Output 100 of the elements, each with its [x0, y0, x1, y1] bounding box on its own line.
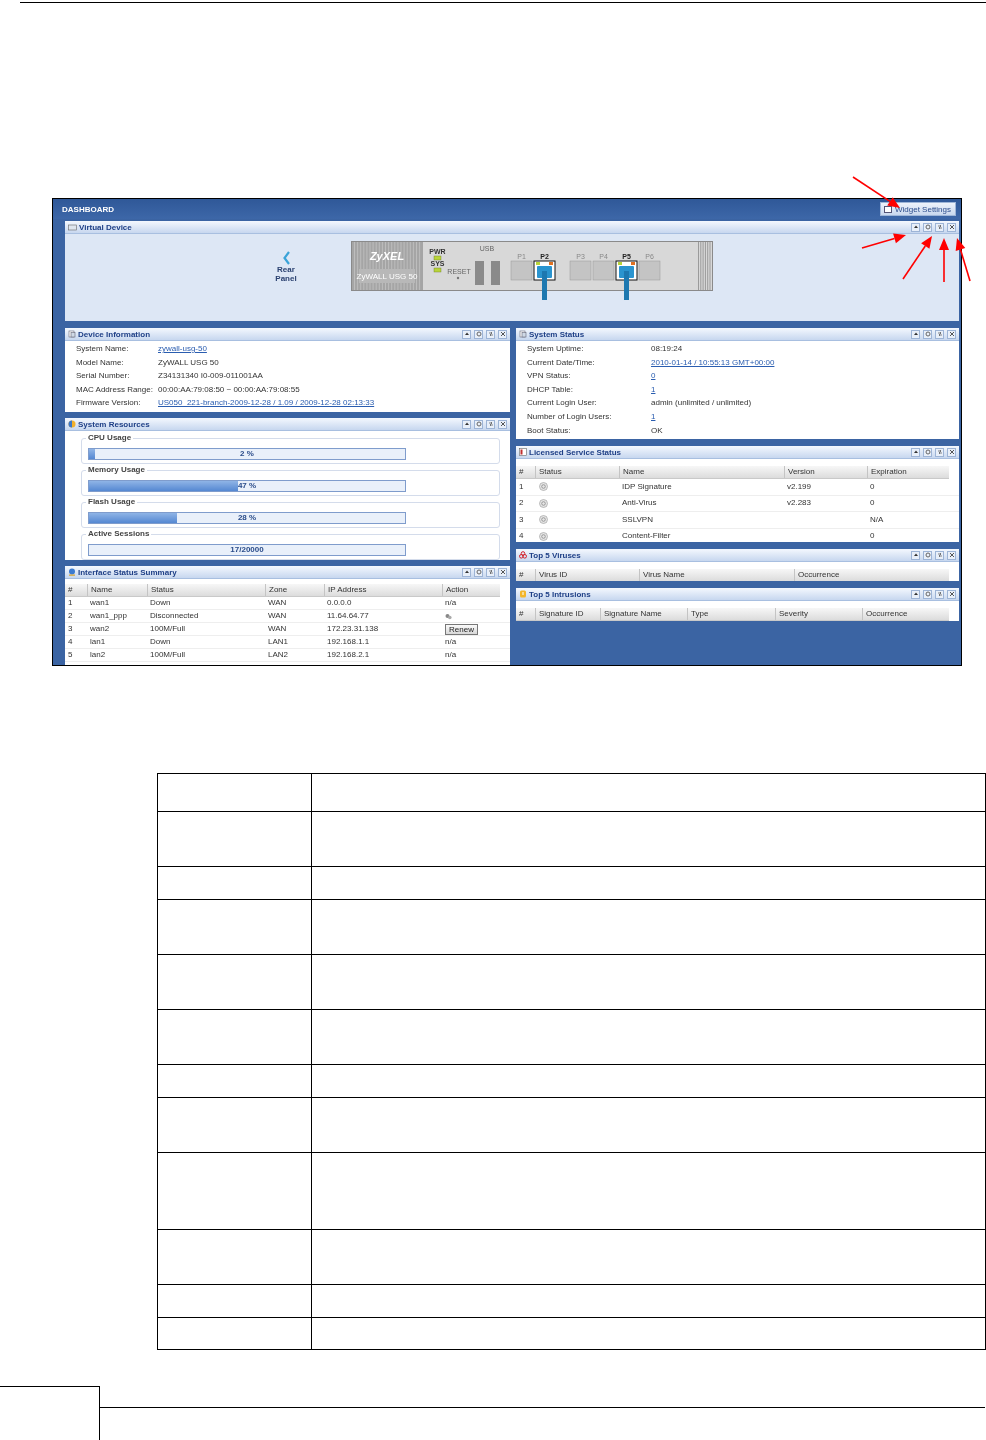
settings-button[interactable] — [474, 567, 483, 577]
table-cell-text: 1 — [67, 598, 74, 608]
close-icon — [948, 331, 955, 337]
field-link[interactable]: 1 — [651, 384, 656, 399]
table-cell-text: 100M/Full — [149, 650, 187, 660]
connect-icon[interactable] — [445, 612, 452, 620]
refresh-icon — [487, 421, 494, 427]
column-header: Status — [147, 584, 265, 596]
column-header: Virus ID — [535, 569, 639, 581]
table-cell-text: WAN — [267, 624, 288, 634]
widget-title: Top 5 Viruses — [529, 550, 582, 560]
collapse-button[interactable] — [911, 222, 920, 232]
annotation-arrow — [939, 238, 949, 283]
field-link[interactable]: 2010-01-14 / 10:55:13 GMT+00:00 — [651, 357, 775, 372]
collapse-button[interactable] — [911, 550, 920, 560]
gear-icon — [475, 569, 482, 575]
close-button[interactable] — [947, 447, 956, 457]
collapse-button[interactable] — [911, 447, 920, 457]
collapse-button[interactable] — [911, 589, 920, 599]
column-header: Action — [442, 584, 500, 596]
widget-settings-button[interactable]: Widget Settings — [879, 202, 956, 216]
refresh-button[interactable] — [935, 589, 944, 599]
rear-panel-link[interactable]: Rear Panel — [271, 265, 301, 283]
refresh-button[interactable] — [486, 419, 495, 429]
gear-icon — [475, 331, 482, 337]
close-icon — [948, 591, 955, 597]
close-icon — [499, 569, 506, 575]
device-icon — [68, 223, 77, 231]
field-link[interactable]: US050_221-branch-2009-12-28 / 1.09 / 2009-12-28 02:13:33 — [158, 398, 375, 412]
field-value: 08:19:24 — [651, 344, 683, 355]
table-cell-text: wan1 — [89, 598, 111, 608]
settings-button[interactable] — [923, 589, 932, 599]
field-label: MAC Address Range: — [76, 384, 154, 396]
collapse-button[interactable] — [462, 567, 471, 577]
refresh-button[interactable] — [935, 447, 944, 457]
column-header: Expiration — [867, 466, 949, 478]
refresh-icon — [936, 552, 943, 558]
field-value: ZyWALL USG 50 — [158, 357, 219, 369]
table-cell-text: Down — [149, 598, 172, 608]
field-label: Boot Status: — [527, 425, 572, 437]
certificate-icon — [519, 448, 527, 456]
table-cell-text: IDP Signature — [621, 481, 673, 492]
close-button[interactable] — [947, 222, 956, 232]
field-link[interactable]: zywall-usg-50 — [158, 344, 207, 358]
widget-title: Device Information — [78, 329, 151, 339]
refresh-button[interactable] — [935, 222, 944, 232]
renew-button[interactable]: Renew — [445, 623, 478, 635]
table-cell-text: 5 — [67, 650, 74, 660]
column-header: Name — [87, 584, 147, 596]
table-cell-text: 192.168.2.1 — [326, 650, 371, 660]
field-link[interactable]: 1 — [651, 411, 656, 426]
table-cell-text: v2.283 — [786, 498, 813, 509]
field-label: Firmware Version: — [76, 398, 142, 409]
refresh-button[interactable] — [486, 329, 495, 339]
close-button[interactable] — [947, 550, 956, 560]
biohazard-icon — [519, 551, 527, 559]
table-cell-text: 11.64.64.77 — [326, 611, 370, 621]
close-icon — [948, 224, 955, 230]
table-cell-text: n/a — [444, 650, 458, 660]
triangle-up-icon — [912, 449, 919, 455]
close-icon — [948, 552, 955, 558]
settings-button[interactable] — [474, 329, 483, 339]
table-cell-text: 3 — [518, 514, 525, 525]
close-button[interactable] — [498, 419, 507, 429]
field-label: Number of Login Users: — [527, 411, 613, 423]
close-button[interactable] — [498, 329, 507, 339]
globe-icon — [68, 568, 76, 576]
field-link[interactable]: 0 — [651, 371, 656, 385]
refresh-button[interactable] — [935, 329, 944, 339]
column-header: Occurrence — [862, 608, 949, 620]
collapse-button[interactable] — [462, 329, 471, 339]
table-cell-text: 0.0.0.0 — [326, 598, 353, 608]
table-cell-text: n/a — [444, 637, 458, 647]
refresh-button[interactable] — [935, 550, 944, 560]
table-cell-text: WAN — [267, 611, 288, 621]
refresh-icon — [936, 224, 943, 230]
settings-button[interactable] — [474, 419, 483, 429]
settings-button[interactable] — [923, 329, 932, 339]
table-cell-text: 2 — [518, 498, 525, 509]
column-header: Signature Name — [600, 608, 687, 620]
table-cell-text: lan2 — [89, 650, 107, 660]
collapse-button[interactable] — [911, 329, 920, 339]
column-header: # — [518, 608, 525, 620]
settings-button[interactable] — [923, 550, 932, 560]
close-button[interactable] — [947, 589, 956, 599]
close-button[interactable] — [498, 567, 507, 577]
table-cell-text: 172.23.31.138 — [326, 624, 380, 634]
meter-label: Memory Usage — [86, 465, 147, 475]
refresh-button[interactable] — [486, 567, 495, 577]
table-cell-text: wan1_ppp — [89, 611, 128, 621]
column-header: Version — [784, 466, 867, 478]
gauge-icon — [68, 420, 76, 428]
table-cell-text: 192.168.1.1 — [326, 637, 371, 647]
close-button[interactable] — [947, 329, 956, 339]
dashboard-title: DASHBOARD — [62, 204, 114, 214]
refresh-icon — [936, 331, 943, 337]
settings-button[interactable] — [923, 447, 932, 457]
settings-button[interactable] — [923, 222, 932, 232]
triangle-up-icon — [912, 331, 919, 337]
collapse-button[interactable] — [462, 419, 471, 429]
